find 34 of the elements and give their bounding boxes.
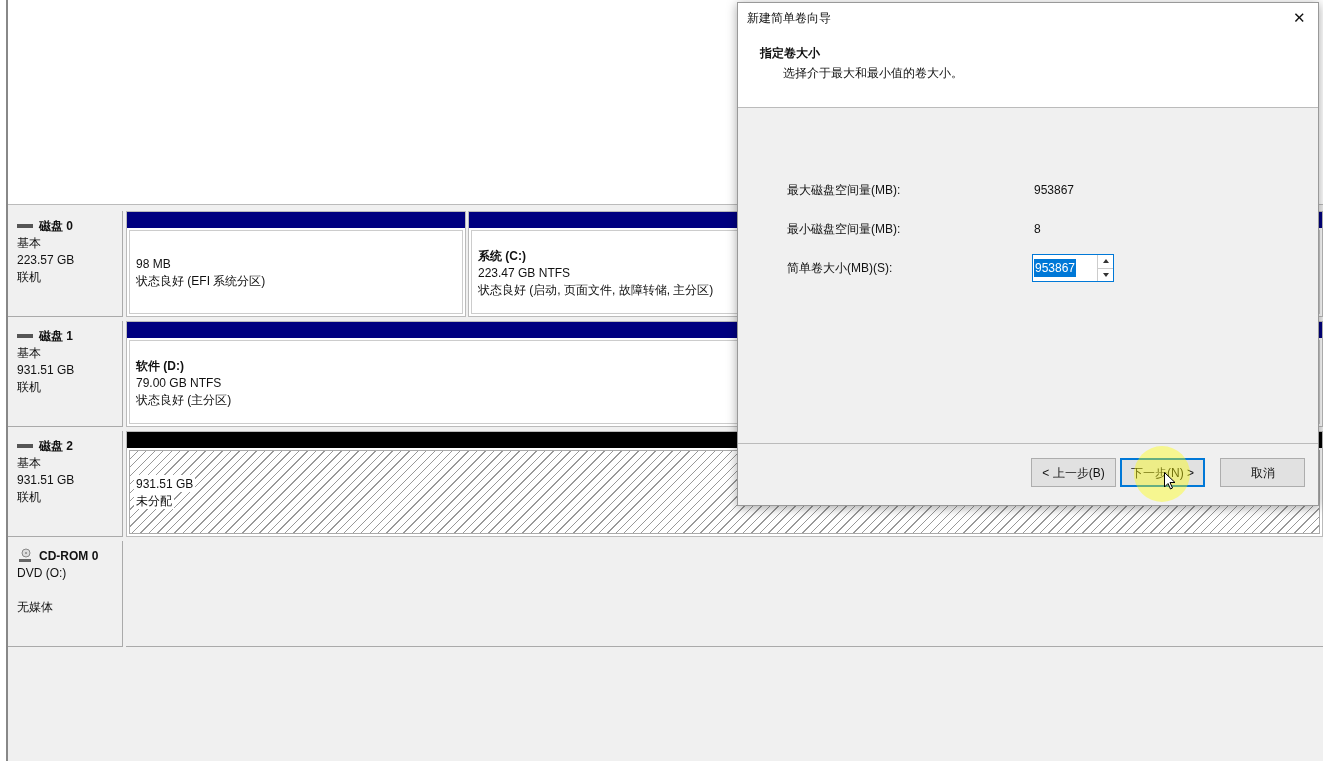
field-label: 最小磁盘空间量(MB): <box>787 220 902 238</box>
partition[interactable]: 98 MB 状态良好 (EFI 系统分区) <box>126 211 466 317</box>
disk-name: 磁盘 2 <box>39 438 73 455</box>
disk-info: 无媒体 <box>17 599 53 616</box>
wizard-subheading: 选择介于最大和最小值的卷大小。 <box>783 65 963 82</box>
wizard-button[interactable]: < 上一步(B) <box>1031 458 1116 487</box>
size-spin-field[interactable]: 953867 <box>1032 254 1114 282</box>
disk-info: 基本 <box>17 455 41 472</box>
field-value: 8 <box>1034 220 1041 238</box>
disk-info: 联机 <box>17 269 41 286</box>
disk-info: 联机 <box>17 379 41 396</box>
field-label: 简单卷大小(MB)(S): <box>787 260 894 277</box>
partition-size: 931.51 GB <box>134 475 196 492</box>
optical-drive-icon <box>17 548 33 564</box>
disk-info: 联机 <box>17 489 41 506</box>
disk-info: 223.57 GB <box>17 252 75 269</box>
partition-status: 状态良好 (启动, 页面文件, 故障转储, 主分区) <box>476 280 716 298</box>
close-button[interactable]: ✕ <box>1288 7 1310 29</box>
disk-info: 931.51 GB <box>17 362 75 379</box>
disk-name: CD-ROM 0 <box>39 548 99 565</box>
wizard-heading: 指定卷大小 <box>760 45 820 62</box>
disk-name: 磁盘 1 <box>39 328 73 345</box>
disk-name: 磁盘 0 <box>39 218 73 235</box>
disk-info: DVD (O:) <box>17 565 67 582</box>
field-label: 最大磁盘空间量(MB): <box>787 181 902 199</box>
partition-status: 未分配 <box>134 492 174 509</box>
partition-title: 系统 (C:) <box>476 246 528 264</box>
field-value: 953867 <box>1034 181 1075 199</box>
disk-info: 基本 <box>17 235 41 252</box>
partition-status: 状态良好 (EFI 系统分区) <box>134 272 268 289</box>
window-title: 新建简单卷向导 <box>747 10 831 27</box>
disk-info: 931.51 GB <box>17 472 75 489</box>
disk-info: 基本 <box>17 345 41 362</box>
wizard-button[interactable]: 取消 <box>1220 458 1305 487</box>
